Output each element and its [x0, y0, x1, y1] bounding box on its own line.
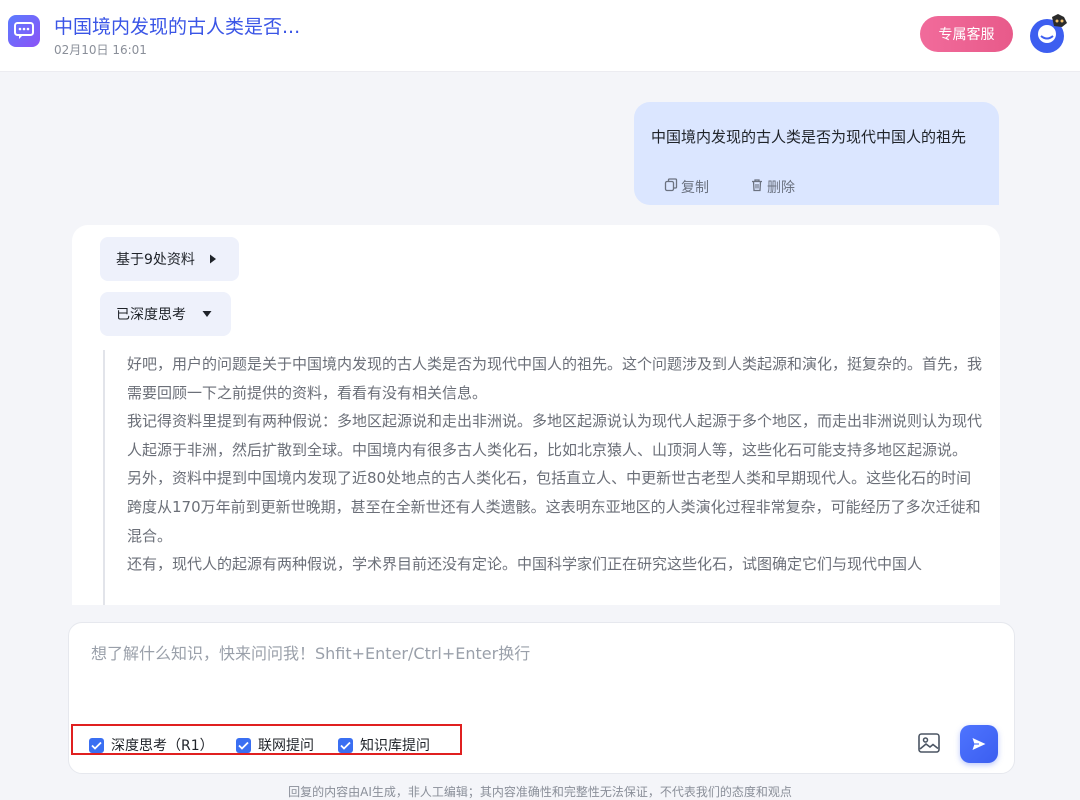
deep-thinking-label: 深度思考（R1） [111, 738, 214, 754]
thinking-paragraph: 还有，现代人的起源有两种假说，学术界目前还没有定论。中国科学家们正在研究这些化石… [127, 555, 923, 574]
user-message-bubble: 中国境内发现的古人类是否为现代中国人的祖先 复制 删除 [634, 102, 999, 205]
checkbox-icon [338, 737, 353, 753]
thinking-paragraph: 好吧，用户的问题是关于中国境内发现的古人类是否为现代中国人的祖先。这个问题涉及到… [127, 355, 983, 402]
delete-label: 删除 [767, 180, 795, 196]
app-header: 中国境内发现的古人类是否... 02月10日 16:01 专属客服 [0, 0, 1080, 72]
copy-label: 复制 [681, 180, 709, 196]
checkbox-icon [89, 737, 104, 753]
delete-button[interactable]: 删除 [750, 177, 795, 197]
thinking-paragraph: 我记得资料里提到有两种假说：多地区起源说和走出非洲说。多地区起源说认为现代人起源… [127, 412, 983, 459]
question-input[interactable] [89, 643, 913, 664]
avatar-icon[interactable] [1028, 14, 1068, 54]
thinking-toggle[interactable]: 已深度思考 [100, 292, 231, 336]
chat-app-icon [8, 15, 40, 47]
checkbox-icon [236, 737, 251, 753]
trash-icon [750, 178, 764, 196]
web-search-checkbox[interactable]: 联网提问 [236, 735, 314, 755]
knowledge-base-label: 知识库提问 [360, 738, 430, 754]
conversation-timestamp: 02月10日 16:01 [54, 43, 147, 57]
caret-down-icon [202, 310, 212, 318]
copy-icon [664, 178, 678, 196]
ai-answer-card: 基于9处资料 已深度思考 好吧，用户的问题是关于中国境内发现的古人类是否为现代中… [72, 225, 1000, 605]
sources-toggle[interactable]: 基于9处资料 [100, 237, 239, 281]
conversation-title[interactable]: 中国境内发现的古人类是否... [54, 12, 300, 39]
thinking-content: 好吧，用户的问题是关于中国境内发现的古人类是否为现代中国人的祖先。这个问题涉及到… [103, 350, 983, 605]
send-icon [971, 736, 987, 752]
sources-label: 基于9处资料 [116, 252, 195, 268]
send-button[interactable] [960, 725, 998, 763]
web-search-label: 联网提问 [258, 738, 314, 754]
thinking-label: 已深度思考 [116, 307, 186, 323]
copy-button[interactable]: 复制 [664, 177, 709, 197]
image-icon [917, 733, 941, 759]
caret-right-icon [209, 254, 217, 264]
user-message-text: 中国境内发现的古人类是否为现代中国人的祖先 [651, 128, 967, 146]
knowledge-base-checkbox[interactable]: 知识库提问 [338, 735, 430, 755]
customer-service-button[interactable]: 专属客服 [920, 16, 1013, 52]
chat-composer: 深度思考（R1） 联网提问 知识库提问 [68, 622, 1015, 774]
image-upload-button[interactable] [917, 731, 943, 757]
deep-thinking-checkbox[interactable]: 深度思考（R1） [89, 735, 214, 755]
thinking-paragraph: 另外，资料中提到中国境内发现了近80处地点的古人类化石，包括直立人、中更新世古老… [127, 469, 981, 545]
